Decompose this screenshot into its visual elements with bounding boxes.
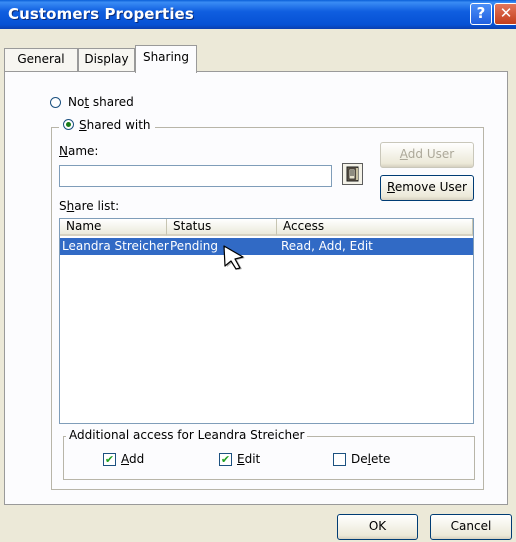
properties-dialog: Customers Properties ? ✕ General Display… [0, 0, 516, 542]
share-list-label: Share list: [59, 199, 120, 213]
window-title: Customers Properties [8, 5, 194, 23]
not-shared-radio[interactable] [50, 97, 61, 108]
name-label: Name: [59, 144, 99, 158]
tab-sharing[interactable]: Sharing [135, 45, 197, 73]
row-access: Read, Add, Edit [281, 239, 373, 253]
column-header-status[interactable]: Status [167, 219, 277, 236]
column-header-access[interactable]: Access [277, 219, 473, 236]
share-list[interactable]: Name Status Access Leandra Streicher Pen… [59, 218, 474, 424]
table-row[interactable]: Leandra Streicher Pending Read, Add, Edi… [60, 238, 473, 255]
tab-display[interactable]: Display [78, 48, 135, 71]
delete-checkbox-label[interactable]: Delete [351, 452, 390, 466]
shared-with-radio[interactable] [63, 119, 74, 130]
add-checkbox-label[interactable]: Add [121, 452, 144, 466]
not-shared-label[interactable]: Not shared [68, 95, 134, 109]
ok-button[interactable]: OK [337, 514, 418, 540]
cancel-button[interactable]: Cancel [430, 514, 512, 540]
shared-with-option[interactable]: Shared with [59, 118, 155, 132]
tab-general[interactable]: General [4, 48, 78, 71]
add-checkbox[interactable]: ✔ [103, 453, 116, 466]
delete-checkbox[interactable] [333, 453, 346, 466]
mouse-cursor-icon [221, 244, 247, 270]
close-button[interactable]: ✕ [494, 3, 516, 25]
help-button[interactable]: ? [470, 3, 492, 25]
add-user-button[interactable]: Add User [380, 142, 474, 168]
additional-access-label: Additional access for Leandra Streicher [66, 428, 308, 442]
row-status: Pending [170, 239, 218, 253]
name-input[interactable] [59, 165, 332, 187]
row-name: Leandra Streicher [62, 239, 169, 253]
title-bar[interactable]: Customers Properties ? ✕ [0, 0, 516, 29]
column-header-name[interactable]: Name [60, 219, 167, 236]
remove-user-button[interactable]: Remove User [380, 175, 474, 201]
edit-checkbox[interactable]: ✔ [219, 453, 232, 466]
edit-checkbox-label[interactable]: Edit [237, 452, 260, 466]
address-book-icon[interactable] [342, 163, 363, 185]
